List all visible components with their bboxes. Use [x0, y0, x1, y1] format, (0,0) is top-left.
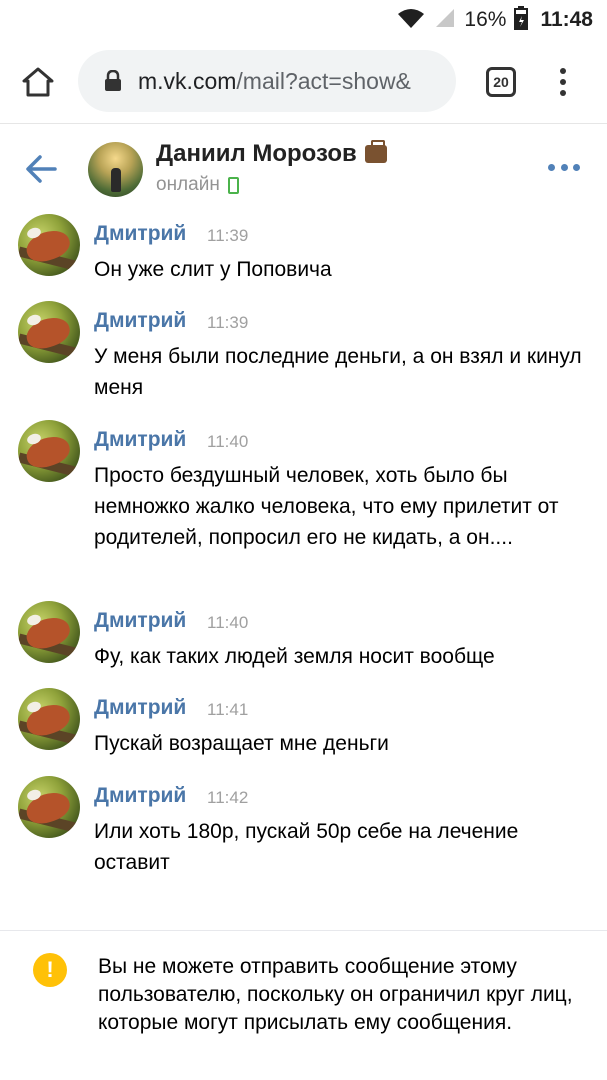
sender-avatar[interactable] — [18, 301, 80, 363]
url-path: /mail?act=show& — [236, 67, 411, 94]
wifi-icon — [396, 7, 426, 34]
message-author[interactable]: Дмитрий — [94, 696, 186, 720]
browser-toolbar: m.vk.com/mail?act=show& 20 — [0, 38, 607, 124]
message-author[interactable]: Дмитрий — [94, 784, 186, 808]
message-author[interactable]: Дмитрий — [94, 428, 186, 452]
message-author[interactable]: Дмитрий — [94, 609, 186, 633]
messaging-restricted-notice: Вы не можете отправить сообщение этому п… — [98, 955, 573, 1034]
message-time: 11:39 — [207, 313, 249, 332]
dot — [560, 163, 568, 171]
browser-menu-button[interactable] — [553, 62, 573, 102]
home-button[interactable] — [18, 62, 58, 102]
sender-avatar[interactable] — [18, 601, 80, 663]
avatar-figure — [111, 168, 121, 192]
message-time: 11:42 — [207, 788, 249, 807]
url-host: m.vk.com — [138, 67, 237, 94]
contact-status-row: онлайн — [156, 174, 239, 196]
message-text: У меня были последние деньги, а он взял … — [94, 345, 582, 399]
dot — [560, 89, 566, 96]
message-time: 11:39 — [207, 226, 249, 245]
chat-header: Даниил Морозов онлайн — [0, 130, 607, 208]
url-text: m.vk.com/mail?act=show& — [138, 68, 411, 95]
lock-icon — [102, 70, 124, 92]
clock: 11:48 — [540, 8, 593, 31]
sender-avatar[interactable] — [18, 688, 80, 750]
message-text: Фу, как таких людей земля носит вообще — [94, 645, 495, 668]
mobile-online-icon — [227, 176, 239, 194]
sender-avatar[interactable] — [18, 420, 80, 482]
message-text: Или хоть 180р, пускай 50р себе на лечени… — [94, 820, 519, 874]
message-text: Он уже слит у Поповича — [94, 258, 332, 281]
status-bar: 16% 11:48 — [0, 0, 607, 38]
address-bar[interactable]: m.vk.com/mail?act=show& — [78, 50, 456, 112]
message-time: 11:40 — [207, 613, 249, 632]
contact-avatar[interactable] — [88, 142, 143, 197]
message-text: Просто бездушный человек, хоть было бы н… — [94, 464, 559, 549]
notice-divider — [0, 930, 607, 931]
contact-name: Даниил Морозов — [156, 140, 357, 167]
message-time: 11:40 — [207, 432, 249, 451]
message-time: 11:41 — [207, 700, 249, 719]
briefcase-icon — [364, 140, 387, 163]
more-options-button[interactable] — [548, 162, 580, 172]
dot — [548, 163, 555, 171]
back-button[interactable] — [24, 152, 58, 186]
dot — [560, 68, 566, 75]
signal-icon — [434, 7, 456, 34]
battery-percent: 16% — [464, 8, 507, 31]
message-author[interactable]: Дмитрий — [94, 309, 186, 333]
battery-icon — [514, 5, 529, 35]
arrow-left-icon — [26, 155, 57, 183]
dot — [560, 78, 566, 85]
contact-name-row[interactable]: Даниил Морозов — [156, 140, 387, 168]
sender-avatar[interactable] — [18, 214, 80, 276]
tab-switcher-button[interactable]: 20 — [486, 67, 516, 97]
warning-icon: ! — [33, 953, 67, 987]
message-author[interactable]: Дмитрий — [94, 222, 186, 246]
contact-status: онлайн — [156, 174, 220, 195]
home-icon — [22, 67, 54, 97]
dot — [573, 163, 580, 171]
message-text: Пускай возращает мне деньги — [94, 732, 389, 755]
sender-avatar[interactable] — [18, 776, 80, 838]
